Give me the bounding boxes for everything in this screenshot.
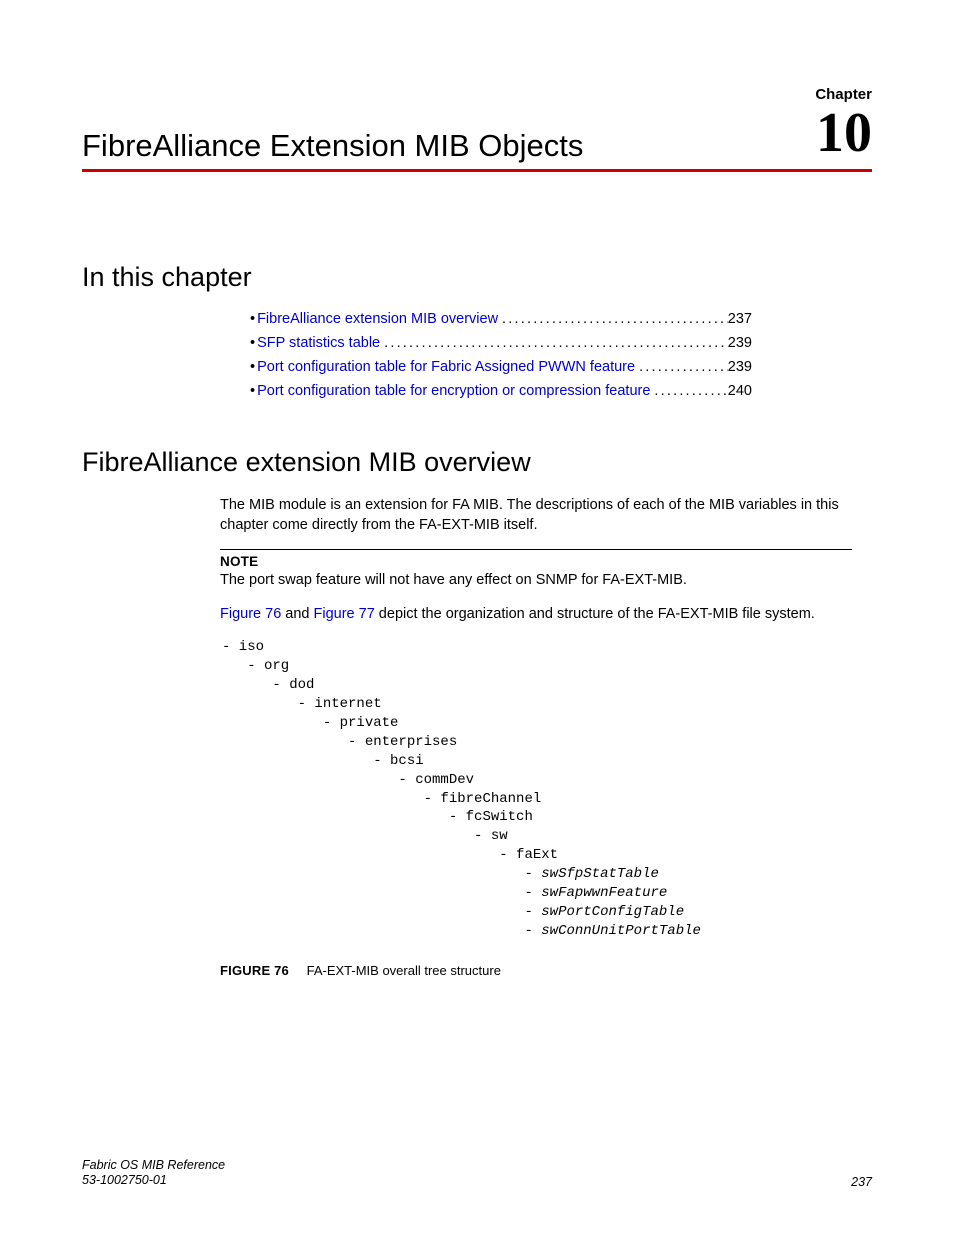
- toc-list: • FibreAlliance extension MIB overview 2…: [250, 311, 752, 399]
- toc-page: 237: [728, 311, 752, 327]
- tree-node-prefix: -: [222, 885, 541, 901]
- tree-node: - bcsi: [222, 753, 424, 769]
- tree-node: - commDev: [222, 772, 474, 788]
- tree-node-prefix: -: [222, 904, 541, 920]
- figure-caption-label: FIGURE 76: [220, 963, 289, 978]
- text: and: [281, 606, 313, 622]
- tree-node: - fibreChannel: [222, 791, 541, 807]
- section-heading-in-this-chapter: In this chapter: [82, 262, 872, 293]
- page-footer: Fabric OS MIB Reference 53-1002750-01 23…: [82, 1158, 872, 1189]
- toc-link[interactable]: SFP statistics table: [257, 335, 380, 351]
- toc-leader-dots: [650, 383, 727, 399]
- figure-reference-paragraph: Figure 76 and Figure 77 depict the organ…: [220, 605, 852, 625]
- body-content: The MIB module is an extension for FA MI…: [220, 496, 852, 624]
- toc-item: • SFP statistics table 239: [250, 335, 752, 351]
- toc-leader-dots: [635, 359, 728, 375]
- footer-page-number: 237: [851, 1175, 872, 1189]
- footer-doc-number: 53-1002750-01: [82, 1173, 225, 1189]
- bullet-icon: •: [250, 359, 255, 375]
- overview-paragraph: The MIB module is an extension for FA MI…: [220, 496, 852, 535]
- tree-node: - org: [222, 658, 289, 674]
- tree-leaf: swPortConfigTable: [541, 904, 684, 920]
- toc-link[interactable]: Port configuration table for Fabric Assi…: [257, 359, 635, 375]
- bullet-icon: •: [250, 311, 255, 327]
- tree-node: - iso: [222, 639, 264, 655]
- toc-page: 239: [728, 359, 752, 375]
- footer-doc-title: Fabric OS MIB Reference: [82, 1158, 225, 1174]
- figure-caption-text: FA-EXT-MIB overall tree structure: [307, 963, 501, 978]
- note-text: The port swap feature will not have any …: [220, 571, 852, 591]
- toc-link[interactable]: FibreAlliance extension MIB overview: [257, 311, 498, 327]
- tree-node: - fcSwitch: [222, 809, 533, 825]
- tree-leaf: swSfpStatTable: [541, 866, 659, 882]
- tree-node: - faExt: [222, 847, 558, 863]
- toc-item: • Port configuration table for encryptio…: [250, 383, 752, 399]
- tree-node: - dod: [222, 677, 314, 693]
- tree-node: - internet: [222, 696, 382, 712]
- chapter-number: 10: [815, 105, 872, 161]
- tree-leaf: swFapwwnFeature: [541, 885, 667, 901]
- tree-node: - enterprises: [222, 734, 457, 750]
- text: depict the organization and structure of…: [375, 606, 815, 622]
- toc-item: • FibreAlliance extension MIB overview 2…: [250, 311, 752, 327]
- toc-link[interactable]: Port configuration table for encryption …: [257, 383, 650, 399]
- toc-leader-dots: [498, 311, 728, 327]
- tree-node-prefix: -: [222, 866, 541, 882]
- chapter-header: FibreAlliance Extension MIB Objects Chap…: [82, 86, 872, 172]
- figure-xref[interactable]: Figure 76: [220, 606, 281, 622]
- mib-tree-structure: - iso - org - dod - internet - private -…: [222, 638, 872, 940]
- tree-node-prefix: -: [222, 923, 541, 939]
- chapter-label: Chapter: [815, 86, 872, 103]
- toc-leader-dots: [380, 335, 728, 351]
- tree-node: - sw: [222, 828, 508, 844]
- figure-caption: FIGURE 76 FA-EXT-MIB overall tree struct…: [220, 963, 872, 978]
- toc-page: 239: [728, 335, 752, 351]
- section-heading-overview: FibreAlliance extension MIB overview: [82, 447, 872, 478]
- toc-item: • Port configuration table for Fabric As…: [250, 359, 752, 375]
- chapter-title: FibreAlliance Extension MIB Objects: [82, 130, 583, 161]
- figure-xref[interactable]: Figure 77: [314, 606, 375, 622]
- tree-leaf: swConnUnitPortTable: [541, 923, 701, 939]
- note-rule: [220, 549, 852, 550]
- bullet-icon: •: [250, 335, 255, 351]
- footer-doc-info: Fabric OS MIB Reference 53-1002750-01: [82, 1158, 225, 1189]
- chapter-number-block: Chapter 10: [815, 86, 872, 161]
- toc-page: 240: [728, 383, 752, 399]
- bullet-icon: •: [250, 383, 255, 399]
- note-label: NOTE: [220, 553, 852, 571]
- tree-node: - private: [222, 715, 398, 731]
